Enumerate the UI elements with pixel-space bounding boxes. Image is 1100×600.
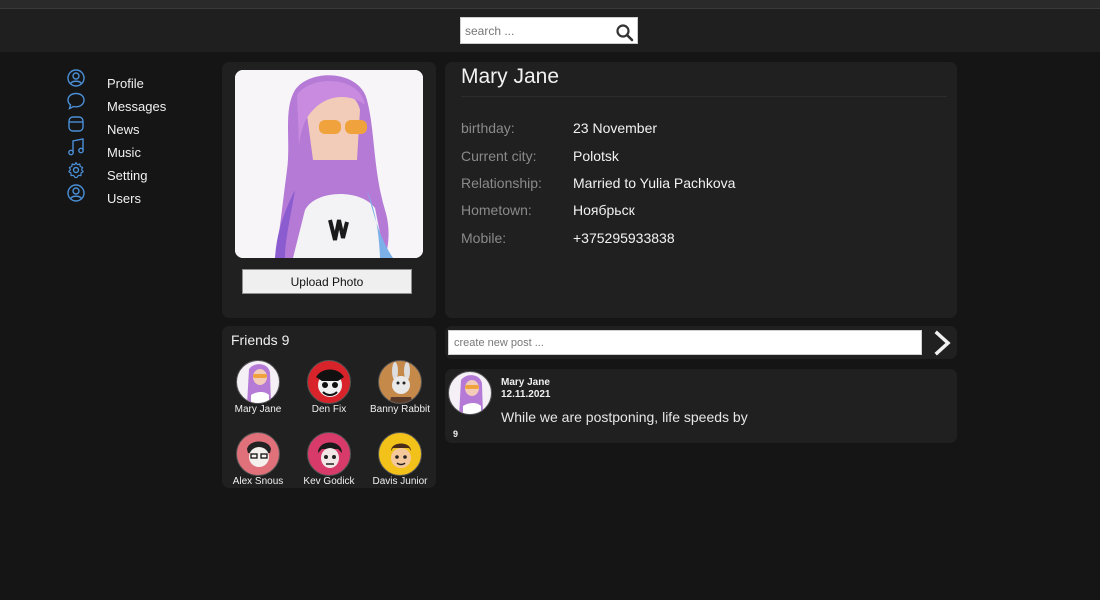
info-value: 23 November	[573, 120, 658, 136]
send-arrow-icon[interactable]	[931, 330, 955, 356]
search-input[interactable]	[461, 18, 611, 43]
sidebar-item-label: Setting	[107, 168, 148, 183]
sidebar-item-users[interactable]: Users	[66, 183, 206, 206]
post-author-avatar	[448, 371, 492, 415]
sidebar-item-label: Messages	[107, 99, 167, 114]
post-item: Mary Jane 12.11.2021 While we are postpo…	[445, 369, 957, 443]
friend-item[interactable]: Davis Junior	[364, 426, 436, 487]
sidebar-item-music[interactable]: Music	[66, 137, 206, 160]
search-box	[460, 17, 638, 44]
sidebar-item-profile[interactable]: Profile	[66, 68, 206, 91]
info-value: Polotsk	[573, 148, 619, 164]
friend-name: Banny Rabbit	[369, 404, 431, 415]
friend-avatar	[236, 360, 280, 404]
sidebar-item-label: Music	[107, 145, 141, 160]
friend-name: Den Fix	[311, 404, 347, 415]
info-label: Hometown:	[461, 202, 532, 218]
news-icon	[68, 116, 84, 132]
music-note-icon	[68, 138, 84, 156]
search-icon[interactable]	[615, 23, 635, 43]
info-row-mobile: Mobile: +375295933838	[461, 230, 941, 250]
profile-photo-card: Upload Photo	[222, 62, 436, 318]
info-value: Married to Yulia Pachkova	[573, 175, 736, 191]
friend-avatar	[236, 432, 280, 476]
user-circle-icon	[67, 69, 85, 87]
upload-photo-button[interactable]: Upload Photo	[242, 269, 412, 294]
info-row-city: Current city: Polotsk	[461, 148, 941, 168]
friend-item[interactable]: Den Fix	[293, 354, 365, 415]
post-text: While we are postponing, life speeds by	[501, 409, 748, 425]
sidebar-item-label: Profile	[107, 76, 144, 91]
sidebar-item-messages[interactable]: Messages	[66, 91, 206, 114]
users-icon	[67, 184, 85, 202]
browser-top-strip	[0, 0, 1100, 9]
post-author: Mary Jane	[501, 377, 550, 388]
friend-avatar	[378, 432, 422, 476]
info-label: Relationship:	[461, 175, 542, 191]
friend-avatar	[307, 360, 351, 404]
friend-name: Alex Snous	[232, 476, 284, 487]
info-label: Current city:	[461, 148, 537, 164]
friend-name: Davis Junior	[372, 476, 428, 487]
friend-avatar	[378, 360, 422, 404]
info-row-relationship: Relationship: Married to Yulia Pachkova	[461, 175, 941, 195]
friend-item[interactable]: Alex Snous	[222, 426, 294, 487]
post-like-count[interactable]: 9	[453, 429, 458, 439]
profile-info-card: Mary Jane birthday: 23 November Current …	[445, 62, 957, 318]
friend-item[interactable]: Banny Rabbit	[364, 354, 436, 415]
profile-name: Mary Jane	[461, 65, 560, 88]
info-value: +375295933838	[573, 230, 675, 246]
new-post-input[interactable]	[448, 330, 922, 355]
friends-grid: Mary Jane Den Fix Banny Rabbit Alex Snou…	[222, 354, 436, 488]
info-row-birthday: birthday: 23 November	[461, 120, 941, 140]
sidebar-item-setting[interactable]: Setting	[66, 160, 206, 183]
info-label: Mobile:	[461, 230, 507, 246]
friend-name: Kev Godick	[303, 476, 355, 487]
sidebar-item-news[interactable]: News	[66, 114, 206, 137]
info-label: birthday:	[461, 120, 515, 136]
sidebar-item-label: News	[107, 122, 140, 137]
create-post-bar	[445, 326, 957, 359]
friends-title: Friends 9	[231, 332, 290, 348]
post-date: 12.11.2021	[501, 389, 551, 400]
info-row-hometown: Hometown: Ноябрьск	[461, 202, 941, 222]
friend-item[interactable]: Kev Godick	[293, 426, 365, 487]
chat-bubble-icon	[67, 92, 85, 110]
friend-avatar	[307, 432, 351, 476]
info-value: Ноябрьск	[573, 202, 635, 218]
divider	[461, 96, 947, 97]
sidebar-item-label: Users	[107, 191, 141, 206]
friend-item[interactable]: Mary Jane	[222, 354, 294, 415]
gear-icon	[68, 161, 84, 179]
friend-name: Mary Jane	[234, 404, 282, 415]
profile-avatar	[235, 70, 423, 258]
